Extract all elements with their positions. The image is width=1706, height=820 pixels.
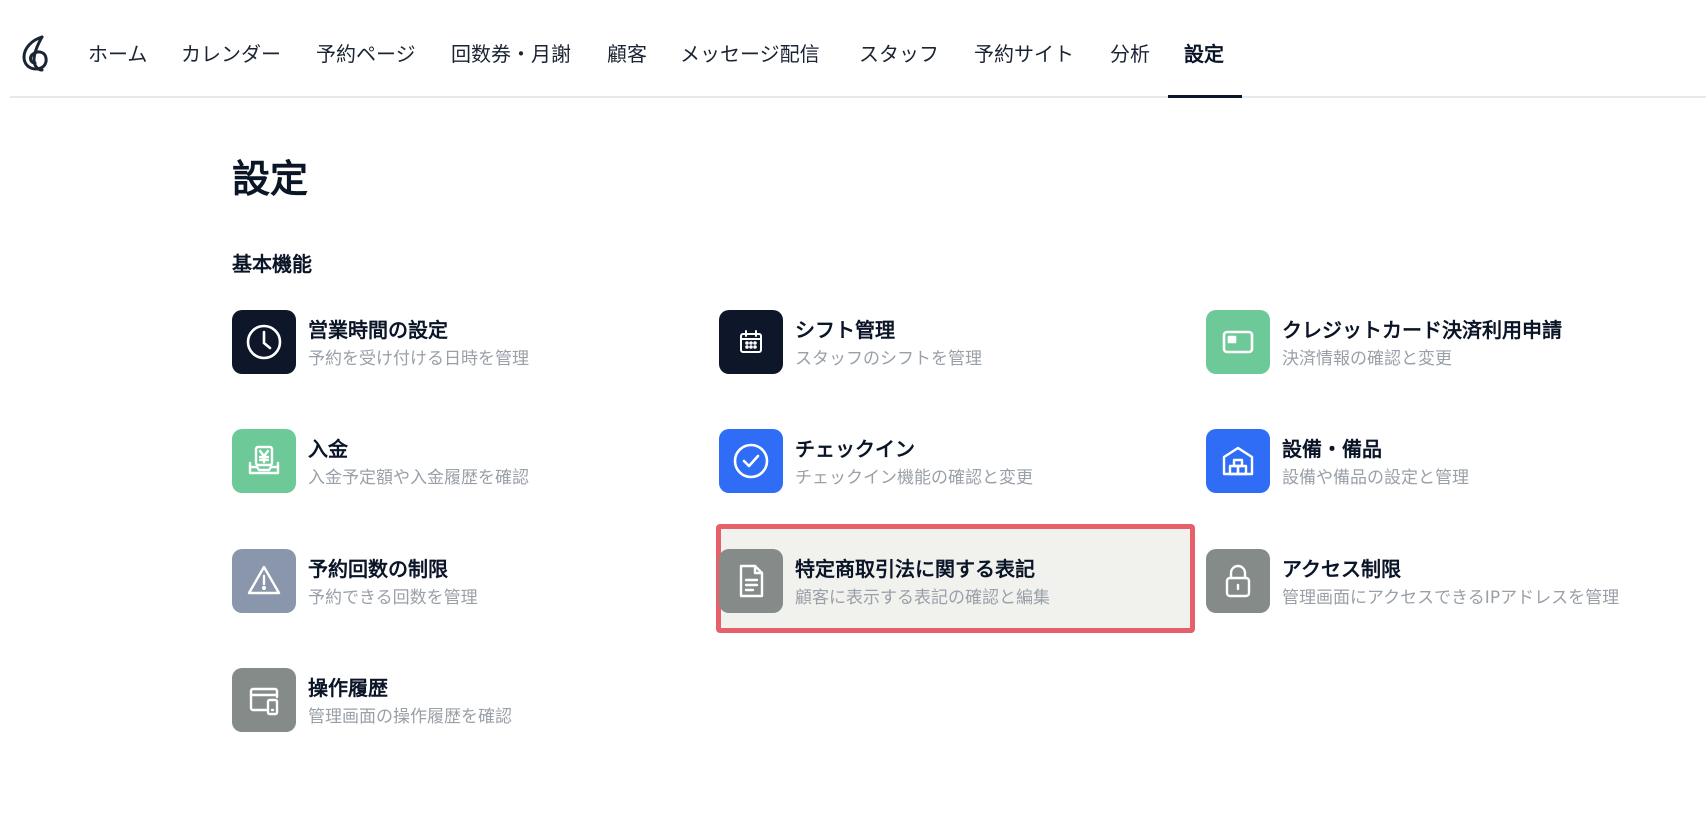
card-desc: 予約を受け付ける日時を管理 <box>308 349 529 369</box>
devices-icon <box>232 668 296 732</box>
nav-booking-site[interactable]: 予約サイト <box>974 38 1074 68</box>
card-business-hours[interactable]: 営業時間の設定 予約を受け付ける日時を管理 <box>232 304 692 380</box>
clock-icon <box>232 310 296 374</box>
card-title: 入金 <box>308 437 348 461</box>
card-commercial-law[interactable]: 特定商取引法に関する表記 顧客に表示する表記の確認と編集 <box>719 543 1179 619</box>
card-booking-limit[interactable]: 予約回数の制限 予約できる回数を管理 <box>232 543 692 619</box>
card-checkin[interactable]: チェックイン チェックイン機能の確認と変更 <box>719 423 1179 499</box>
card-desc: 管理画面にアクセスできるIPアドレスを管理 <box>1282 588 1620 608</box>
card-title: 特定商取引法に関する表記 <box>795 557 1035 581</box>
yen-inbox-icon <box>232 429 296 493</box>
section-title: 基本機能 <box>232 252 312 276</box>
card-desc: 顧客に表示する表記の確認と編集 <box>795 588 1050 608</box>
logo-icon[interactable] <box>16 32 56 74</box>
card-desc: 入金予定額や入金履歴を確認 <box>308 468 529 488</box>
card-title: 予約回数の制限 <box>308 557 448 581</box>
calendar-icon <box>719 310 783 374</box>
card-desc: 設備や備品の設定と管理 <box>1282 468 1469 488</box>
card-title: チェックイン <box>795 437 915 461</box>
card-title: 操作履歴 <box>308 676 388 700</box>
card-desc: スタッフのシフトを管理 <box>795 349 982 369</box>
card-desc: チェックイン機能の確認と変更 <box>795 468 1033 488</box>
nav-analytics[interactable]: 分析 <box>1110 38 1150 68</box>
credit-card-icon <box>1206 310 1270 374</box>
check-circle-icon <box>719 429 783 493</box>
nav-messages[interactable]: メッセージ配信 <box>680 38 820 68</box>
nav-staff[interactable]: スタッフ <box>859 38 939 68</box>
card-desc: 予約できる回数を管理 <box>308 588 478 608</box>
card-title: 営業時間の設定 <box>308 318 448 342</box>
card-title: 設備・備品 <box>1282 437 1382 461</box>
nav-calendar[interactable]: カレンダー <box>181 38 281 68</box>
card-title: アクセス制限 <box>1282 557 1401 581</box>
active-tab-indicator <box>1168 95 1242 98</box>
card-equipment[interactable]: 設備・備品 設備や備品の設定と管理 <box>1206 423 1666 499</box>
card-shift[interactable]: シフト管理 スタッフのシフトを管理 <box>719 304 1179 380</box>
lock-icon <box>1206 549 1270 613</box>
card-deposit[interactable]: 入金 入金予定額や入金履歴を確認 <box>232 423 692 499</box>
card-desc: 決済情報の確認と変更 <box>1282 349 1452 369</box>
page-title: 設定 <box>232 157 309 201</box>
top-navigation: ホーム カレンダー 予約ページ 回数券・月謝 顧客 メッセージ配信 スタッフ 予… <box>10 0 1706 98</box>
nav-customers[interactable]: 顧客 <box>607 38 647 68</box>
card-desc: 管理画面の操作履歴を確認 <box>308 707 512 727</box>
warehouse-icon <box>1206 429 1270 493</box>
nav-tickets[interactable]: 回数券・月謝 <box>451 38 571 68</box>
card-operation-history[interactable]: 操作履歴 管理画面の操作履歴を確認 <box>232 662 692 738</box>
card-title: シフト管理 <box>795 318 895 342</box>
warning-icon <box>232 549 296 613</box>
card-access-limit[interactable]: アクセス制限 管理画面にアクセスできるIPアドレスを管理 <box>1206 543 1666 619</box>
card-credit-card[interactable]: クレジットカード決済利用申請 決済情報の確認と変更 <box>1206 304 1666 380</box>
card-title: クレジットカード決済利用申請 <box>1282 318 1562 342</box>
nav-settings[interactable]: 設定 <box>1184 38 1224 68</box>
nav-home[interactable]: ホーム <box>88 38 147 68</box>
nav-booking-page[interactable]: 予約ページ <box>316 38 416 68</box>
document-icon <box>719 549 783 613</box>
